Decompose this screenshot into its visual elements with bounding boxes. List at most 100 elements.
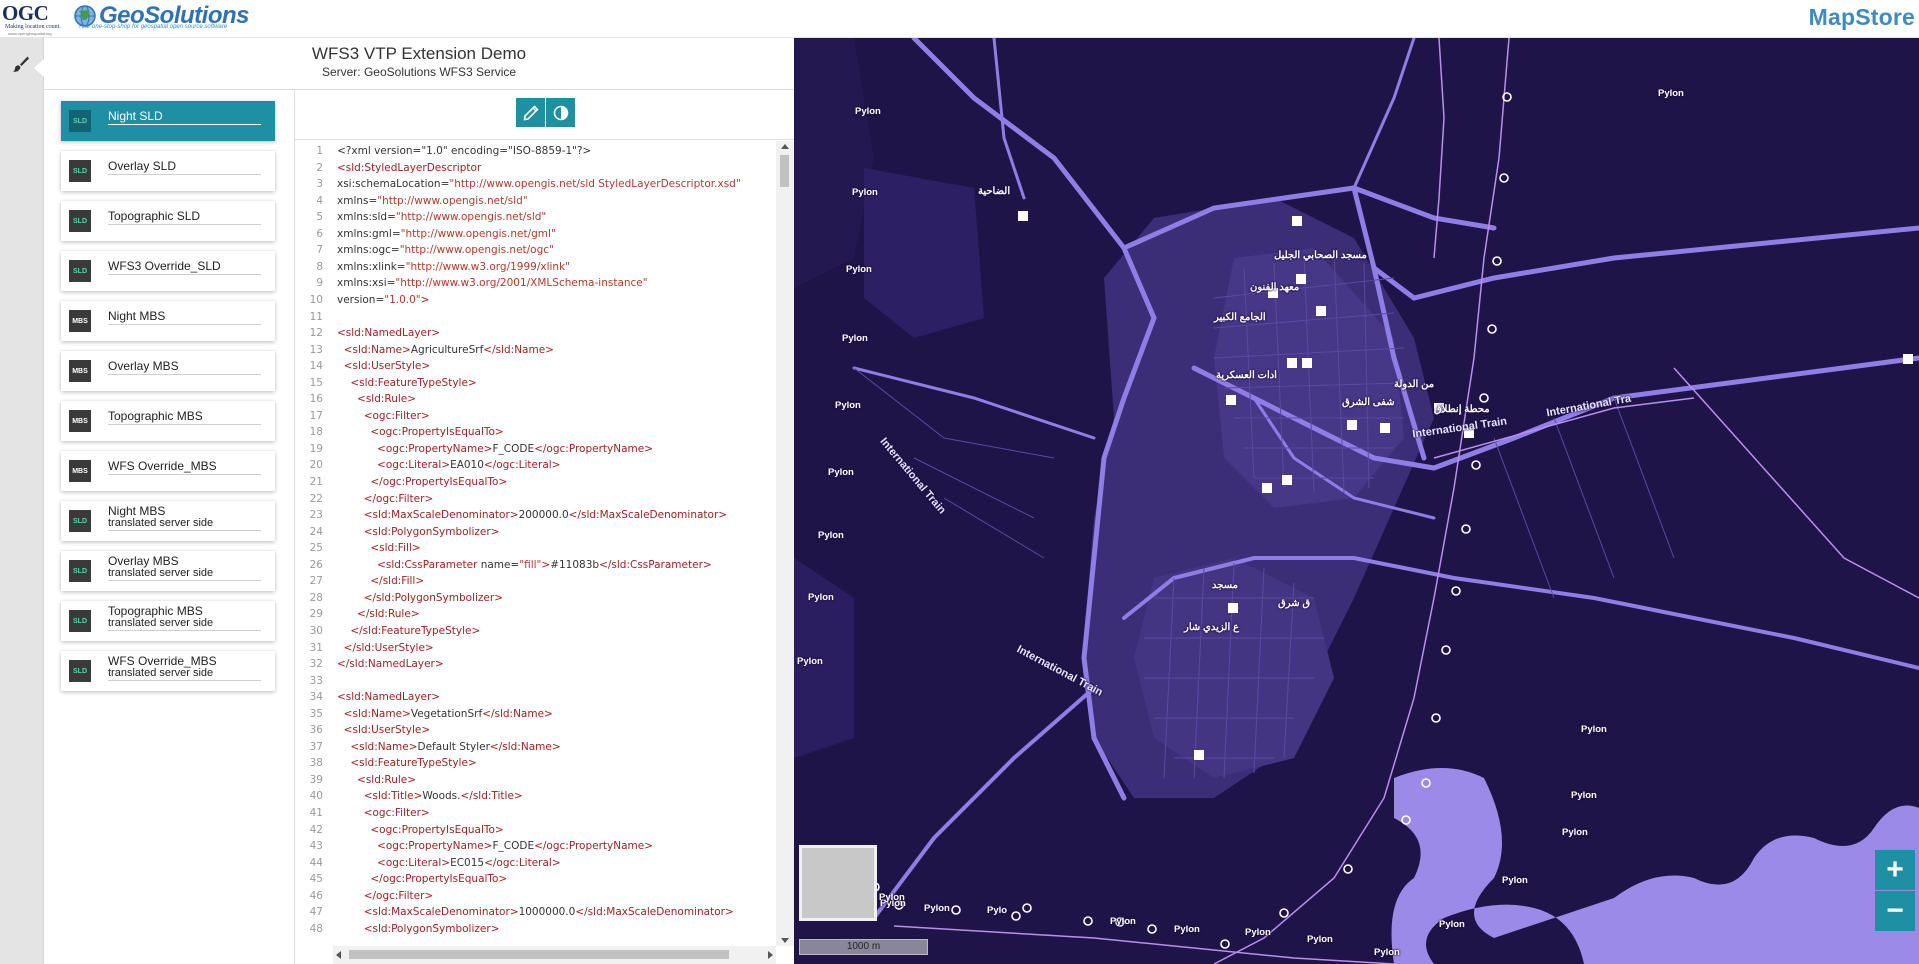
code-token: </sld:Title>: [460, 790, 523, 803]
code-token: "http://www.opengis.net/sld StyledLayerD…: [449, 178, 741, 191]
code-token: <sld:Title>: [337, 790, 423, 803]
code-line: 10 version="1.0.0">: [295, 294, 775, 311]
pencil-icon: [523, 104, 539, 120]
line-number: 12: [309, 327, 323, 340]
style-card-title: Overlay SLD: [108, 159, 177, 173]
line-number: 1: [316, 145, 323, 157]
zoom-in-button[interactable]: +: [1875, 850, 1915, 890]
code-line: 8 xmlns:xlink="http://www.w3.org/1999/xli…: [295, 261, 775, 278]
code-token: xmlns:ogc=: [337, 244, 400, 257]
theme-toggle-button[interactable]: [546, 98, 575, 127]
code-token: <sld:UserStyle>: [337, 360, 431, 373]
style-card[interactable]: SLD Night MBS translated server side: [61, 501, 275, 541]
code-text: <ogc:Literal>EC015</ogc:Literal>: [337, 857, 561, 869]
scroll-thumb[interactable]: [349, 950, 729, 959]
editor-toolbar: [295, 90, 794, 140]
paintbrush-icon: [13, 56, 29, 72]
style-type-badge: SLD: [69, 260, 91, 282]
style-card[interactable]: SLD WFS Override_MBS translated server sid…: [61, 651, 275, 691]
map-canvas[interactable]: [794, 38, 1919, 964]
code-line: 2 <sld:StyledLayerDescriptor: [295, 162, 775, 179]
left-toolbar: [0, 38, 44, 964]
scroll-up-arrow-icon[interactable]: [781, 144, 789, 149]
map-label-pylon: Pylon: [1581, 724, 1607, 735]
code-line: 30 </sld:FeatureTypeStyle>: [295, 625, 775, 642]
scroll-down-arrow-icon[interactable]: [781, 938, 789, 943]
code-token: </sld:MaxScaleDenominator>: [575, 906, 734, 919]
style-card[interactable]: SLD Night SLD: [61, 101, 275, 141]
map-label-place: شفى الشرق: [1342, 397, 1395, 408]
zoom-out-button[interactable]: −: [1875, 891, 1915, 931]
code-text: <sld:Fill>: [337, 542, 420, 554]
code-text: </sld:Fill>: [337, 575, 424, 587]
mapstore-logo[interactable]: MapStore: [1809, 4, 1915, 31]
code-text: </ogc:Filter>: [337, 493, 434, 505]
map-label-place: مسجد: [1212, 580, 1238, 591]
code-token: 200000.0: [518, 509, 569, 522]
style-card-underline: [108, 424, 261, 425]
ogc-logo-subtitle: Making location count.: [5, 24, 61, 30]
code-token: xmlns:sld=: [337, 211, 396, 224]
style-type-badge: SLD: [69, 210, 91, 232]
style-card[interactable]: MBS Night MBS: [61, 301, 275, 341]
code-token: </ogc:PropertyName>: [534, 442, 654, 455]
code-editor[interactable]: 1 <?xml version="1.0" encoding="ISO-8859-…: [295, 141, 794, 946]
style-card[interactable]: MBS Topographic MBS: [61, 401, 275, 441]
style-card-subtitle: translated server side: [108, 567, 214, 579]
code-token: xmlns=: [337, 194, 378, 207]
map-view[interactable]: Pylon Pylon Pylon Pylon Pylon Pylon Pylo…: [794, 38, 1919, 964]
edit-button[interactable]: [516, 98, 545, 127]
geosolutions-logo[interactable]: GeoSolutions Your one-stop-shop for geos…: [74, 2, 250, 36]
style-card[interactable]: SLD Topographic MBS translated server side: [61, 601, 275, 641]
line-number: 33: [309, 674, 323, 687]
scroll-left-arrow-icon[interactable]: [336, 951, 341, 959]
code-text: <sld:PolygonSymbolizer>: [337, 923, 500, 935]
code-token: <ogc:PropertyName>: [337, 840, 493, 853]
code-token: <sld:MaxScaleDenominator>: [337, 906, 519, 919]
code-text: xmlns:xsi="http://www.w3.org/2001/XMLSch…: [337, 277, 648, 289]
code-token: <sld:PolygonSymbolizer>: [337, 525, 500, 538]
style-editor-toggle-button[interactable]: [9, 52, 33, 76]
code-line: 19 <ogc:PropertyName>F_CODE</ogc:Propert…: [295, 443, 775, 460]
style-card[interactable]: MBS Overlay MBS: [61, 351, 275, 391]
code-token: version=: [337, 293, 385, 306]
code-token: F_CODE: [492, 840, 535, 853]
code-text: <ogc:PropertyName>F_CODE</ogc:PropertyNa…: [337, 443, 653, 455]
code-token: >: [420, 293, 430, 306]
style-card[interactable]: SLD Overlay MBS translated server side: [61, 551, 275, 591]
line-number: 34: [309, 691, 323, 704]
code-token: <sld:UserStyle>: [337, 724, 431, 737]
style-card-title: Night MBS: [108, 504, 166, 518]
editor-horizontal-scrollbar[interactable]: [333, 946, 776, 964]
code-text: <sld:PolygonSymbolizer>: [337, 525, 500, 538]
style-type-badge: MBS: [69, 410, 91, 432]
code-line: 33: [295, 675, 775, 692]
map-label-pylon: Pylon: [1245, 927, 1271, 938]
scale-label: 1000 m: [846, 941, 881, 952]
style-type-badge: MBS: [69, 460, 91, 482]
overview-map[interactable]: [799, 845, 877, 921]
style-type-badge: MBS: [69, 360, 91, 382]
style-card[interactable]: MBS WFS Override_MBS: [61, 451, 275, 491]
editor-vertical-scrollbar[interactable]: [776, 141, 794, 946]
code-token: </sld:NamedLayer>: [337, 658, 444, 671]
map-label-pylon: Pylon: [1374, 947, 1400, 958]
scroll-thumb[interactable]: [780, 155, 789, 187]
line-number: 30: [309, 624, 323, 637]
code-token: EA010: [450, 459, 484, 472]
line-number: 6: [316, 227, 323, 240]
line-number: 14: [309, 360, 323, 373]
style-card[interactable]: SLD Overlay SLD: [61, 151, 275, 191]
code-token: </ogc:PropertyIsEqualTo>: [337, 873, 508, 886]
scroll-right-arrow-icon[interactable]: [768, 951, 773, 959]
style-card-title: Topographic SLD: [108, 209, 201, 223]
style-card[interactable]: SLD WFS3 Override_SLD: [61, 251, 275, 291]
code-line: 37 <sld:Name>Default Styler</sld:Name>: [295, 741, 775, 758]
style-card-title: Night MBS: [108, 309, 166, 323]
code-text: xmlns:sld="http://www.opengis.net/sld": [337, 211, 546, 223]
code-text: <sld:StyledLayerDescriptor: [337, 162, 481, 174]
style-card[interactable]: SLD Topographic SLD: [61, 201, 275, 241]
code-text: <sld:UserStyle>: [337, 724, 431, 737]
code-text: <ogc:Literal>EA010</ogc:Literal>: [337, 459, 560, 471]
ogc-logo[interactable]: OGC Making location count. www.opengeosp…: [2, 1, 61, 37]
